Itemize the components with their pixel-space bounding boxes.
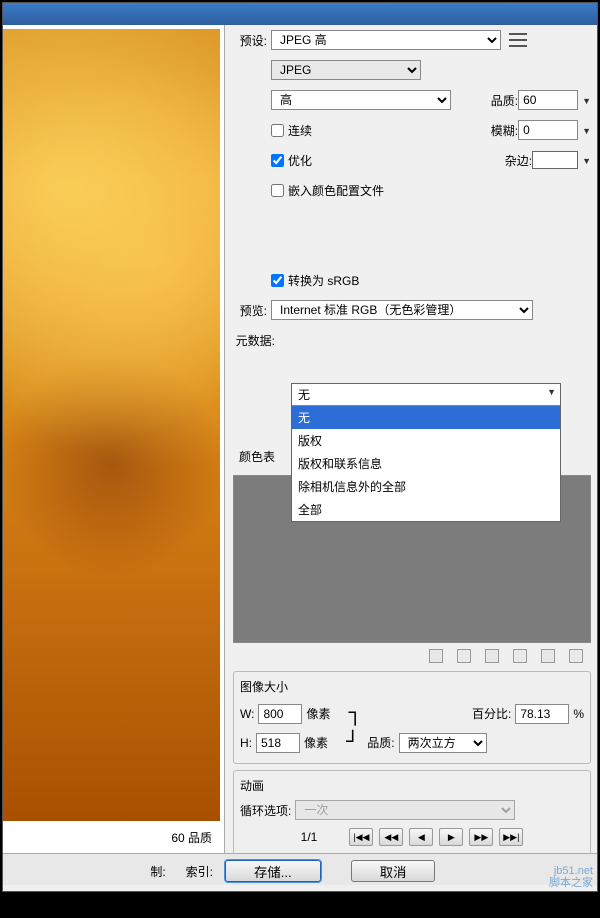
ct-icon-5[interactable] xyxy=(541,649,555,663)
width-input[interactable] xyxy=(258,704,302,724)
convert-srgb-label: 转换为 sRGB xyxy=(288,272,359,289)
last-frame-button[interactable]: ▶▶| xyxy=(499,828,523,846)
matte-label: 杂边: xyxy=(505,152,532,169)
image-size-section: 图像大小 W: 像素 ┐ 百分比: % H: 像素 ┘ 品质: xyxy=(233,671,591,764)
interpolation-select[interactable]: 两次立方 xyxy=(399,733,487,753)
optimize-label: 优化 xyxy=(288,152,312,169)
quality-label: 品质: xyxy=(491,92,518,109)
prev-frame-button[interactable]: ◀◀ xyxy=(379,828,403,846)
titlebar xyxy=(3,3,597,25)
embed-profile-label: 嵌入颜色配置文件 xyxy=(288,182,384,199)
percent-suffix: % xyxy=(573,707,584,721)
blur-label: 模糊: xyxy=(491,122,518,139)
animation-title: 动画 xyxy=(240,777,584,794)
link-bracket-icon: ┐ xyxy=(348,701,361,726)
play-button[interactable]: ▶ xyxy=(439,828,463,846)
matte-colorwell[interactable] xyxy=(532,151,578,169)
embed-profile-checkbox[interactable] xyxy=(271,184,284,197)
image-size-title: 图像大小 xyxy=(240,678,584,695)
blur-input[interactable] xyxy=(518,120,578,140)
percent-label: 百分比: xyxy=(472,705,511,722)
width-label: W: xyxy=(240,707,254,721)
preset-select[interactable]: JPEG 高 xyxy=(271,30,501,50)
height-label: H: xyxy=(240,736,252,750)
preview-select[interactable]: Internet 标准 RGB（无色彩管理） xyxy=(271,300,533,320)
format-select[interactable]: JPEG xyxy=(271,60,421,80)
metadata-option-copyright-contact[interactable]: 版权和联系信息 xyxy=(292,452,560,475)
metadata-label: 元数据: xyxy=(233,332,279,349)
metadata-option-copyright[interactable]: 版权 xyxy=(292,429,560,452)
metadata-select-display[interactable]: 无 xyxy=(292,384,560,406)
metadata-dropdown[interactable]: 无 无 版权 版权和联系信息 除相机信息外的全部 全部 xyxy=(291,383,561,522)
loop-label: 循环选项: xyxy=(240,802,291,819)
metadata-option-except-camera[interactable]: 除相机信息外的全部 xyxy=(292,475,560,498)
index-label: 索引: xyxy=(186,863,213,880)
watermark: jb51.net 脚本之家 xyxy=(549,865,593,889)
convert-srgb-checkbox[interactable] xyxy=(271,274,284,287)
interp-quality-label: 品质: xyxy=(367,734,394,751)
quality-input[interactable] xyxy=(518,90,578,110)
matte-dropdown-icon[interactable] xyxy=(578,153,591,167)
preset-label: 预设: xyxy=(233,32,271,49)
save-button[interactable]: 存储... xyxy=(225,860,321,882)
progressive-checkbox[interactable] xyxy=(271,124,284,137)
preview-quality-info: 60 品质 xyxy=(3,821,224,853)
ct-icon-2[interactable] xyxy=(457,649,471,663)
ct-icon-6[interactable] xyxy=(569,649,583,663)
color-table-label: 颜色表 xyxy=(233,448,279,465)
progressive-label: 连续 xyxy=(288,122,312,139)
width-unit: 像素 xyxy=(306,705,330,722)
ct-icon-1[interactable] xyxy=(429,649,443,663)
color-table-toolbar xyxy=(233,643,591,665)
height-input[interactable] xyxy=(256,733,300,753)
quality-name-select[interactable]: 高 xyxy=(271,90,451,110)
metadata-option-none[interactable]: 无 xyxy=(292,406,560,429)
play-back-button[interactable]: ◀ xyxy=(409,828,433,846)
optimize-checkbox[interactable] xyxy=(271,154,284,167)
first-frame-button[interactable]: |◀◀ xyxy=(349,828,373,846)
quality-stepper-icon[interactable] xyxy=(578,93,591,107)
animation-section: 动画 循环选项: 一次 1/1 |◀◀ ◀◀ ◀ ▶ ▶▶ ▶▶| xyxy=(233,770,591,853)
blur-stepper-icon[interactable] xyxy=(578,123,591,137)
link-bracket-icon-2: ┘ xyxy=(346,730,359,755)
ct-icon-3[interactable] xyxy=(485,649,499,663)
cancel-button[interactable]: 取消 xyxy=(351,860,436,882)
loop-select[interactable]: 一次 xyxy=(295,800,515,820)
next-frame-button[interactable]: ▶▶ xyxy=(469,828,493,846)
flyout-menu-icon[interactable] xyxy=(509,33,527,47)
preview-pane: 60 品质 xyxy=(3,25,225,853)
height-unit: 像素 xyxy=(304,734,328,751)
percent-input[interactable] xyxy=(515,704,569,724)
preview-label: 预览: xyxy=(233,302,271,319)
ct-icon-4[interactable] xyxy=(513,649,527,663)
bottom-bar: 制: 索引: 存储... 取消 xyxy=(3,853,597,885)
control-label: 制: xyxy=(150,863,165,880)
preview-image xyxy=(3,29,220,821)
metadata-option-all[interactable]: 全部 xyxy=(292,498,560,521)
page-indicator: 1/1 xyxy=(301,830,318,844)
